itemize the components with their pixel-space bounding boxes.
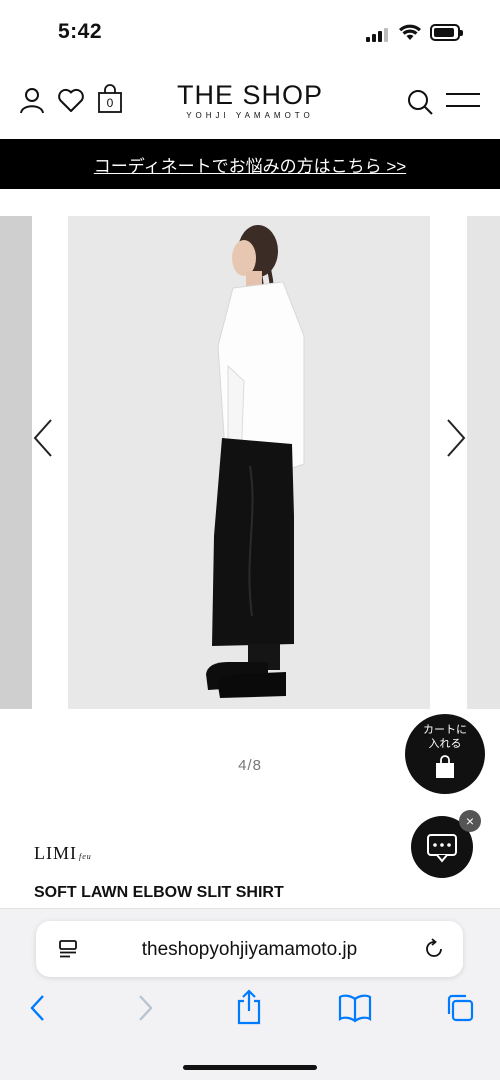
address-bar[interactable]: theshopyohjiyamamoto.jp bbox=[36, 921, 463, 977]
product-brand-logo[interactable]: LIMI feu bbox=[34, 843, 92, 864]
carousel-next-icon[interactable] bbox=[444, 418, 468, 458]
status-time: 5:42 bbox=[58, 20, 103, 43]
menu-icon[interactable] bbox=[446, 91, 480, 109]
product-image[interactable] bbox=[68, 216, 430, 709]
previous-image-peek[interactable] bbox=[0, 216, 32, 709]
next-image-peek[interactable] bbox=[467, 216, 500, 709]
chat-close-button[interactable]: × bbox=[459, 810, 481, 832]
model-photo bbox=[68, 216, 430, 709]
shopping-bag-icon bbox=[436, 755, 454, 778]
bookmarks-icon[interactable] bbox=[338, 993, 372, 1023]
search-icon[interactable] bbox=[406, 88, 434, 116]
add-to-cart-label-line2: 入れる bbox=[428, 738, 462, 750]
product-name: SOFT LAWN ELBOW SLIT SHIRT bbox=[34, 884, 284, 901]
product-image-carousel[interactable] bbox=[0, 190, 500, 720]
home-indicator[interactable] bbox=[183, 1065, 317, 1070]
url-text: theshopyohjiyamamoto.jp bbox=[141, 939, 358, 960]
back-icon[interactable] bbox=[28, 993, 48, 1023]
status-bar: 5:42 bbox=[0, 0, 500, 66]
wifi-icon bbox=[399, 24, 421, 40]
add-to-cart-label-line1: カートに bbox=[423, 724, 467, 736]
battery-icon bbox=[430, 24, 463, 41]
browser-toolbar: theshopyohjiyamamoto.jp bbox=[0, 908, 500, 1080]
forward-icon[interactable] bbox=[135, 993, 155, 1023]
coordinate-help-banner[interactable]: コーディネートでお悩みの方はこちら >> bbox=[0, 139, 500, 189]
brand-logo-suffix: feu bbox=[79, 852, 92, 861]
reload-icon[interactable] bbox=[423, 938, 445, 960]
carousel-prev-icon[interactable] bbox=[31, 418, 55, 458]
site-header: 0 THE SHOP YOHJI YAMAMOTO bbox=[0, 66, 500, 138]
brand-logo-text: LIMI bbox=[34, 843, 77, 863]
tabs-icon[interactable] bbox=[445, 993, 475, 1023]
cellular-signal-icon bbox=[366, 26, 388, 42]
add-to-cart-button[interactable]: カートに 入れる bbox=[405, 714, 485, 794]
share-icon[interactable] bbox=[235, 989, 263, 1025]
